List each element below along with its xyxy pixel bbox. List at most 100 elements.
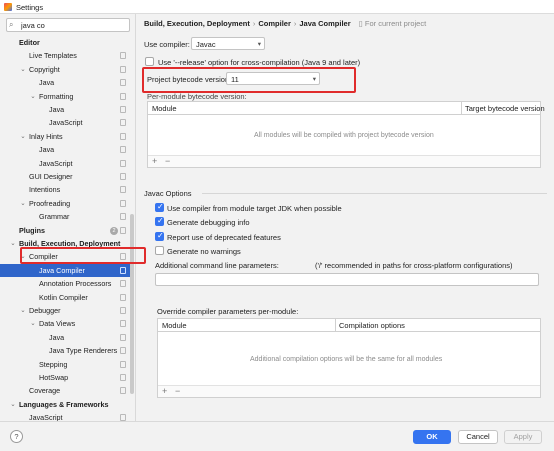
tree-item[interactable]: Live Templates — [0, 49, 130, 62]
deprecated-features-checkbox[interactable] — [155, 231, 164, 241]
per-module-table[interactable]: Module Target bytecode version All modul… — [147, 101, 545, 168]
tree-item[interactable]: ⌄ Copyright — [0, 63, 130, 76]
tree-item-label: Languages & Frameworks — [19, 399, 109, 409]
tree-item-label: JavaScript — [49, 118, 83, 128]
chevron-down-icon[interactable]: ⌄ — [19, 197, 27, 210]
tree-item[interactable]: Editor — [0, 36, 130, 49]
tree-item-label: Coverage — [29, 386, 61, 396]
tree-item[interactable]: Java — [0, 331, 130, 344]
settings-search[interactable]: ⌕ — [6, 18, 130, 32]
tree-item[interactable]: ⌄ Proofreading — [0, 197, 130, 210]
search-icon: ⌕ — [9, 20, 14, 29]
no-warnings-label: Generate no warnings — [167, 247, 241, 256]
sidebar-scrollbar[interactable] — [130, 214, 134, 394]
tree-item-label: Java — [49, 105, 65, 114]
tree-item[interactable]: ⌄ Formatting — [0, 90, 130, 103]
override-table[interactable]: Module Compilation options Additional co… — [157, 318, 541, 398]
breadcrumb: Build, Execution, Deployment › Compiler › Ja… — [144, 19, 426, 28]
target-jdk-label: Use compiler from module target JDK when… — [167, 204, 342, 213]
tree-item[interactable]: Kotlin Compiler — [0, 291, 130, 304]
project-scope-icon — [120, 65, 126, 73]
tree-item[interactable]: Annotation Processors — [0, 277, 130, 290]
chevron-down-icon[interactable]: ⌄ — [19, 304, 27, 317]
project-scope-note: ▯ For current project — [359, 19, 427, 28]
tree-item-label: Live Templates — [29, 51, 77, 61]
tree-item[interactable]: Java Compiler — [0, 263, 130, 278]
project-scope-icon — [120, 92, 126, 100]
breadcrumb-java-compiler: Java Compiler — [299, 19, 351, 28]
tree-item[interactable]: Java Type Renderers — [0, 344, 130, 357]
target-jdk-checkbox[interactable] — [155, 202, 164, 212]
project-scope-icon — [120, 119, 126, 127]
tree-item-label: Annotation Processors — [39, 279, 112, 289]
tree-item[interactable]: Java — [0, 103, 130, 116]
tree-item-label: Java — [39, 145, 55, 155]
help-button[interactable]: ? — [10, 430, 23, 443]
tree-item[interactable]: JavaScript — [0, 116, 130, 129]
tree-item[interactable]: JavaScript — [0, 157, 130, 170]
tree-item-label: Inlay Hints — [29, 131, 63, 141]
chevron-down-icon[interactable]: ⌄ — [9, 398, 17, 411]
chevron-down-icon[interactable]: ⌄ — [29, 90, 37, 103]
tree-item[interactable]: Java — [0, 76, 130, 89]
tree-item-label: GUI Designer — [29, 172, 73, 181]
highlight-bytecode-version — [142, 67, 356, 93]
column-target-version[interactable]: Target bytecode version — [465, 104, 545, 113]
search-input[interactable] — [21, 21, 121, 30]
breadcrumb-compiler[interactable]: Compiler — [258, 19, 291, 28]
apply-button[interactable]: Apply — [504, 430, 542, 444]
tree-item[interactable]: ⌄ Inlay Hints — [0, 130, 130, 143]
project-scope-icon — [120, 199, 126, 207]
breadcrumb-build[interactable]: Build, Execution, Deployment — [144, 19, 250, 28]
column-module[interactable]: Module — [162, 321, 187, 330]
chevron-down-icon[interactable]: ⌄ — [19, 130, 27, 143]
debugging-info-checkbox[interactable] — [155, 216, 164, 226]
additional-params-input[interactable] — [155, 273, 539, 286]
dialog-footer: ? OK Cancel Apply — [0, 421, 554, 451]
project-scope-icon — [120, 347, 126, 355]
project-scope-icon — [120, 360, 126, 368]
tree-item[interactable]: Java — [0, 143, 130, 156]
chevron-down-icon[interactable]: ⌄ — [29, 317, 37, 330]
use-compiler-label: Use compiler: — [144, 40, 190, 49]
deprecated-features-label: Report use of deprecated features — [167, 233, 281, 242]
chevron-down-icon[interactable]: ⌄ — [19, 63, 27, 76]
tree-item[interactable]: JavaScript — [0, 411, 130, 421]
tree-item[interactable]: ⌄ Debugger — [0, 304, 130, 317]
no-warnings-checkbox[interactable] — [155, 246, 164, 255]
tree-item[interactable]: HotSwap — [0, 371, 130, 384]
remove-icon[interactable]: − — [165, 156, 170, 166]
compiler-select-value: Javac — [196, 40, 216, 49]
ok-button[interactable]: OK — [413, 430, 451, 444]
tree-item-label: Copyright — [29, 64, 60, 74]
project-scope-icon — [120, 414, 126, 421]
compiler-select[interactable]: Javac ▾ — [191, 37, 265, 50]
tree-item[interactable]: GUI Designer — [0, 170, 130, 183]
column-compilation-options[interactable]: Compilation options — [339, 321, 405, 330]
additional-params-hint: ('/' recommended in paths for cross-plat… — [315, 261, 513, 270]
tree-item[interactable]: Grammar — [0, 210, 130, 223]
project-scope-icon — [120, 106, 126, 113]
tree-item-label: Formatting — [39, 91, 74, 101]
column-module[interactable]: Module — [152, 104, 177, 113]
tree-item[interactable]: Plugins 2 — [0, 224, 130, 237]
section-divider — [202, 193, 547, 194]
cancel-button[interactable]: Cancel — [458, 430, 498, 444]
tree-item[interactable]: Coverage — [0, 384, 130, 397]
tree-item-label: Data Views — [39, 319, 76, 329]
table-toolbar: + − — [158, 385, 540, 397]
release-option-checkbox[interactable] — [145, 57, 154, 66]
add-icon[interactable]: + — [162, 386, 167, 396]
tree-item-label: Java — [39, 78, 55, 88]
project-scope-icon — [120, 52, 126, 60]
tree-item[interactable]: Stepping — [0, 358, 130, 371]
chevron-down-icon[interactable]: ⌄ — [9, 237, 17, 250]
remove-icon[interactable]: − — [175, 386, 180, 396]
tree-item[interactable]: Intentions — [0, 183, 130, 196]
project-scope-icon — [120, 387, 126, 395]
add-icon[interactable]: + — [152, 156, 157, 166]
settings-sidebar: ⌕ EditorLive Templates⌄CopyrightJava⌄For… — [0, 14, 136, 421]
tree-item[interactable]: ⌄ Data Views — [0, 317, 130, 330]
tree-item[interactable]: ⌄ Languages & Frameworks — [0, 398, 130, 411]
intellij-app-icon — [4, 3, 12, 11]
